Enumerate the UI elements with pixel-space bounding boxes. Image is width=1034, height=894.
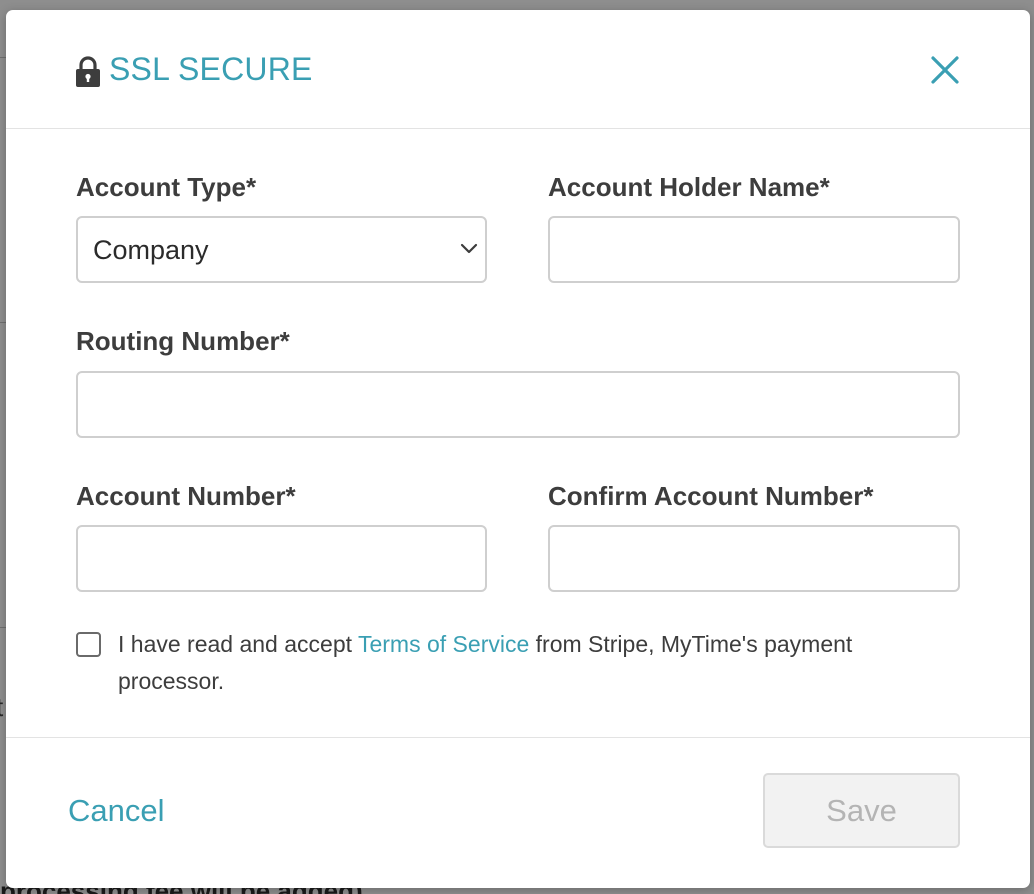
lock-icon [76,56,100,87]
account-type-select[interactable]: Company [76,216,487,283]
account-number-input[interactable] [76,525,487,592]
terms-text: I have read and accept Terms of Service … [118,626,918,700]
account-holder-name-label: Account Holder Name* [548,172,830,202]
confirm-account-number-input[interactable] [548,525,960,592]
chevron-down-icon [460,243,478,254]
backdrop-partial-letter: t [0,694,3,720]
terms-text-before: I have read and accept [118,631,358,657]
terms-of-service-link[interactable]: Terms of Service [358,631,529,657]
modal-header: SSL SECURE [6,10,1030,129]
bank-account-modal: SSL SECURE Account Type* Company Account… [6,10,1030,888]
close-icon[interactable] [929,54,961,86]
modal-footer: Cancel Save [6,737,1030,888]
account-type-value: Company [93,235,209,265]
routing-number-input[interactable] [76,371,960,438]
terms-checkbox[interactable] [76,632,101,657]
confirm-account-number-label: Confirm Account Number* [548,481,874,511]
account-holder-name-input[interactable] [548,216,960,283]
cancel-button[interactable]: Cancel [68,793,165,829]
save-button[interactable]: Save [763,773,960,848]
account-type-label: Account Type* [76,172,257,202]
account-number-label: Account Number* [76,481,296,511]
routing-number-label: Routing Number* [76,326,290,356]
ssl-secure-title: SSL SECURE [109,51,313,87]
